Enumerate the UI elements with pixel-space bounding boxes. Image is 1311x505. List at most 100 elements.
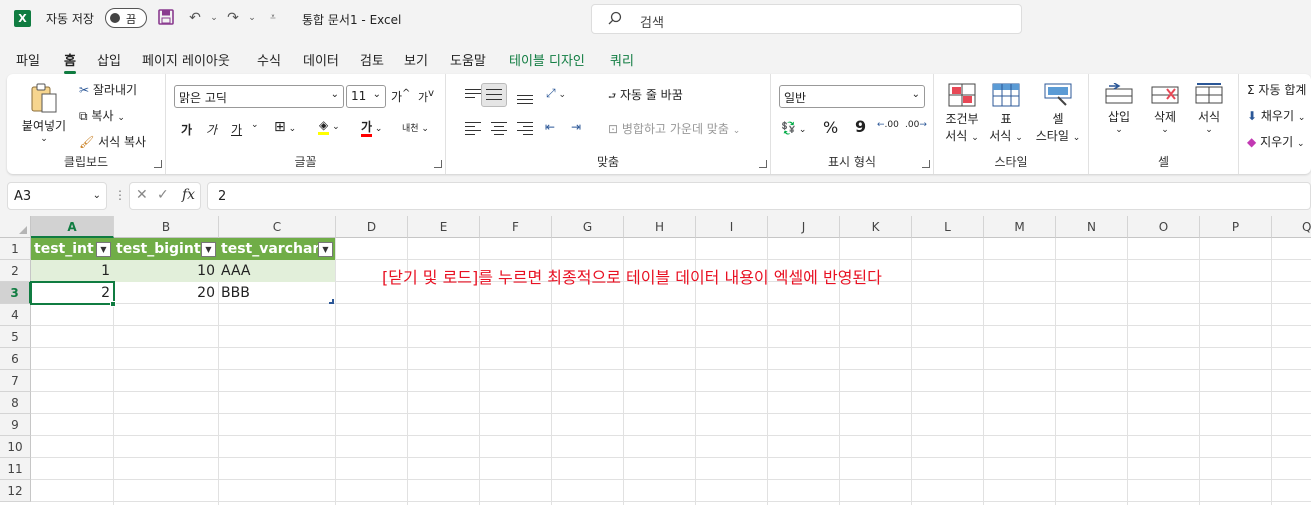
row-header[interactable]: 10 — [0, 436, 31, 458]
paste-button[interactable]: 붙여넣기 ⌄ — [19, 82, 69, 144]
column-header[interactable]: M — [984, 216, 1056, 238]
column-header[interactable]: Q — [1272, 216, 1311, 238]
cut-button[interactable]: ✂ 잘라내기 — [79, 81, 137, 98]
table-resize-handle[interactable] — [329, 299, 334, 304]
enter-icon[interactable]: ✓ — [157, 187, 169, 203]
column-header[interactable]: B — [114, 216, 219, 238]
row-header[interactable]: 7 — [0, 370, 31, 392]
italic-button[interactable]: 가 — [206, 121, 217, 138]
number-launcher-icon[interactable] — [922, 160, 930, 168]
tab-query[interactable]: 쿼리 — [610, 50, 634, 69]
row-header[interactable]: 6 — [0, 348, 31, 370]
font-color-button[interactable]: 가 ⌄ — [361, 118, 382, 137]
table-cell[interactable]: 20 — [113, 282, 218, 304]
column-header[interactable]: A — [31, 216, 114, 238]
cell-styles-button[interactable]: 셀 스타일 ⌄ — [1034, 83, 1082, 144]
column-header[interactable]: F — [480, 216, 552, 238]
more-options-icon[interactable]: ⋮ — [114, 188, 126, 202]
fill-button[interactable]: ⬇ 채우기 ⌄ — [1247, 107, 1305, 124]
grow-font-button[interactable]: 가^ — [391, 88, 410, 105]
column-header[interactable]: O — [1128, 216, 1200, 238]
font-name-select[interactable]: 맑은 고딕 ⌄ — [174, 85, 344, 108]
row-header[interactable]: 8 — [0, 392, 31, 414]
table-cell[interactable]: BBB — [218, 282, 335, 304]
row-header[interactable]: 12 — [0, 480, 31, 502]
worksheet-grid[interactable]: A B C D E F G H I J K L M N O P Q 1 2 3 … — [0, 216, 1311, 505]
wrap-text-button[interactable]: ⮐ 자동 줄 바꿈 — [608, 86, 683, 105]
align-top-icon[interactable] — [465, 89, 481, 103]
tab-page-layout[interactable]: 페이지 레이아웃 — [142, 50, 230, 69]
fill-handle[interactable] — [110, 301, 116, 307]
fill-color-button[interactable]: ◈ ⌄ — [318, 118, 340, 135]
borders-icon[interactable]: ⊞ ⌄ — [274, 119, 296, 135]
clipboard-launcher-icon[interactable] — [154, 160, 162, 168]
tab-review[interactable]: 검토 — [360, 50, 384, 69]
delete-cells-button[interactable]: 삭제 ⌄ — [1147, 83, 1183, 135]
comma-button[interactable]: 9 — [855, 117, 866, 136]
column-header[interactable]: E — [408, 216, 480, 238]
underline-button[interactable]: 가 — [231, 121, 242, 138]
name-box[interactable]: A3 ⌄ — [7, 182, 107, 210]
shrink-font-button[interactable]: 가v — [418, 88, 434, 105]
table-cell[interactable]: 1 — [31, 260, 113, 282]
filter-dropdown-icon[interactable]: ▼ — [201, 242, 216, 257]
row-header[interactable]: 4 — [0, 304, 31, 326]
insert-cells-button[interactable]: 삽입 ⌄ — [1101, 82, 1137, 135]
column-header[interactable]: I — [696, 216, 768, 238]
font-size-select[interactable]: 11 ⌄ — [346, 85, 386, 108]
increase-indent-icon[interactable]: ⇥ — [571, 120, 581, 134]
column-header[interactable]: D — [336, 216, 408, 238]
redo-icon[interactable]: ↷ — [224, 9, 242, 27]
column-header[interactable]: C — [219, 216, 336, 238]
tab-insert[interactable]: 삽입 — [97, 50, 121, 69]
select-all-button[interactable] — [0, 216, 31, 238]
align-right-icon[interactable] — [517, 122, 533, 136]
row-header[interactable]: 3 — [0, 282, 31, 304]
table-cell[interactable]: AAA — [218, 260, 335, 282]
align-middle-button[interactable] — [481, 83, 507, 107]
cancel-icon[interactable]: ✕ — [136, 187, 148, 203]
merge-center-button[interactable]: ⊡ 병합하고 가운데 맞춤 ⌄ — [608, 120, 740, 137]
clear-button[interactable]: ◆ 지우기 ⌄ — [1247, 133, 1305, 150]
tab-view[interactable]: 보기 — [404, 50, 428, 69]
format-cells-button[interactable]: 서식 ⌄ — [1191, 83, 1227, 135]
decrease-indent-icon[interactable]: ⇤ — [545, 120, 555, 134]
align-left-icon[interactable] — [465, 122, 481, 136]
row-header[interactable]: 11 — [0, 458, 31, 480]
filter-dropdown-icon[interactable]: ▼ — [318, 242, 333, 257]
tab-file[interactable]: 파일 — [16, 50, 40, 69]
column-header[interactable]: K — [840, 216, 912, 238]
column-header[interactable]: J — [768, 216, 840, 238]
underline-dropdown-icon[interactable]: ⌄ — [251, 120, 259, 130]
autosum-button[interactable]: Σ 자동 합계 — [1247, 81, 1306, 98]
tab-home[interactable]: 홈 — [64, 50, 76, 74]
format-painter-button[interactable]: 🖌 서식 복사 — [79, 133, 146, 150]
search-box[interactable]: 검색 — [591, 4, 1022, 34]
font-launcher-icon[interactable] — [434, 160, 442, 168]
align-center-icon[interactable] — [491, 122, 507, 136]
tab-help[interactable]: 도움말 — [450, 50, 486, 69]
tab-formulas[interactable]: 수식 — [257, 50, 281, 69]
conditional-formatting-button[interactable]: 조건부 서식 ⌄ — [942, 83, 982, 144]
save-icon[interactable] — [157, 9, 175, 27]
insert-function-icon[interactable]: fx — [182, 187, 195, 203]
number-format-select[interactable]: 일반 ⌄ — [779, 85, 925, 108]
row-header[interactable]: 5 — [0, 326, 31, 348]
percent-button[interactable]: % — [823, 118, 838, 137]
autosave-toggle[interactable]: 끔 — [105, 8, 147, 28]
row-header[interactable]: 2 — [0, 260, 31, 282]
column-header[interactable]: L — [912, 216, 984, 238]
format-as-table-button[interactable]: 표 서식 ⌄ — [986, 83, 1026, 144]
table-cell[interactable]: 10 — [113, 260, 218, 282]
tab-table-design[interactable]: 테이블 디자인 — [509, 50, 585, 69]
column-header[interactable]: P — [1200, 216, 1272, 238]
undo-dropdown-icon[interactable]: ⌄ — [205, 9, 223, 27]
tab-data[interactable]: 데이터 — [303, 50, 339, 69]
orientation-icon[interactable]: ⤢ ⌄ — [546, 86, 566, 101]
row-header[interactable]: 1 — [0, 238, 31, 260]
copy-button[interactable]: ⧉ 복사 ⌄ — [79, 107, 125, 124]
accounting-format-button[interactable]: 💱 ⌄ — [781, 121, 806, 135]
align-bottom-icon[interactable] — [517, 91, 533, 105]
increase-decimal-button[interactable]: ←.00 — [877, 120, 899, 130]
filter-dropdown-icon[interactable]: ▼ — [96, 242, 111, 257]
